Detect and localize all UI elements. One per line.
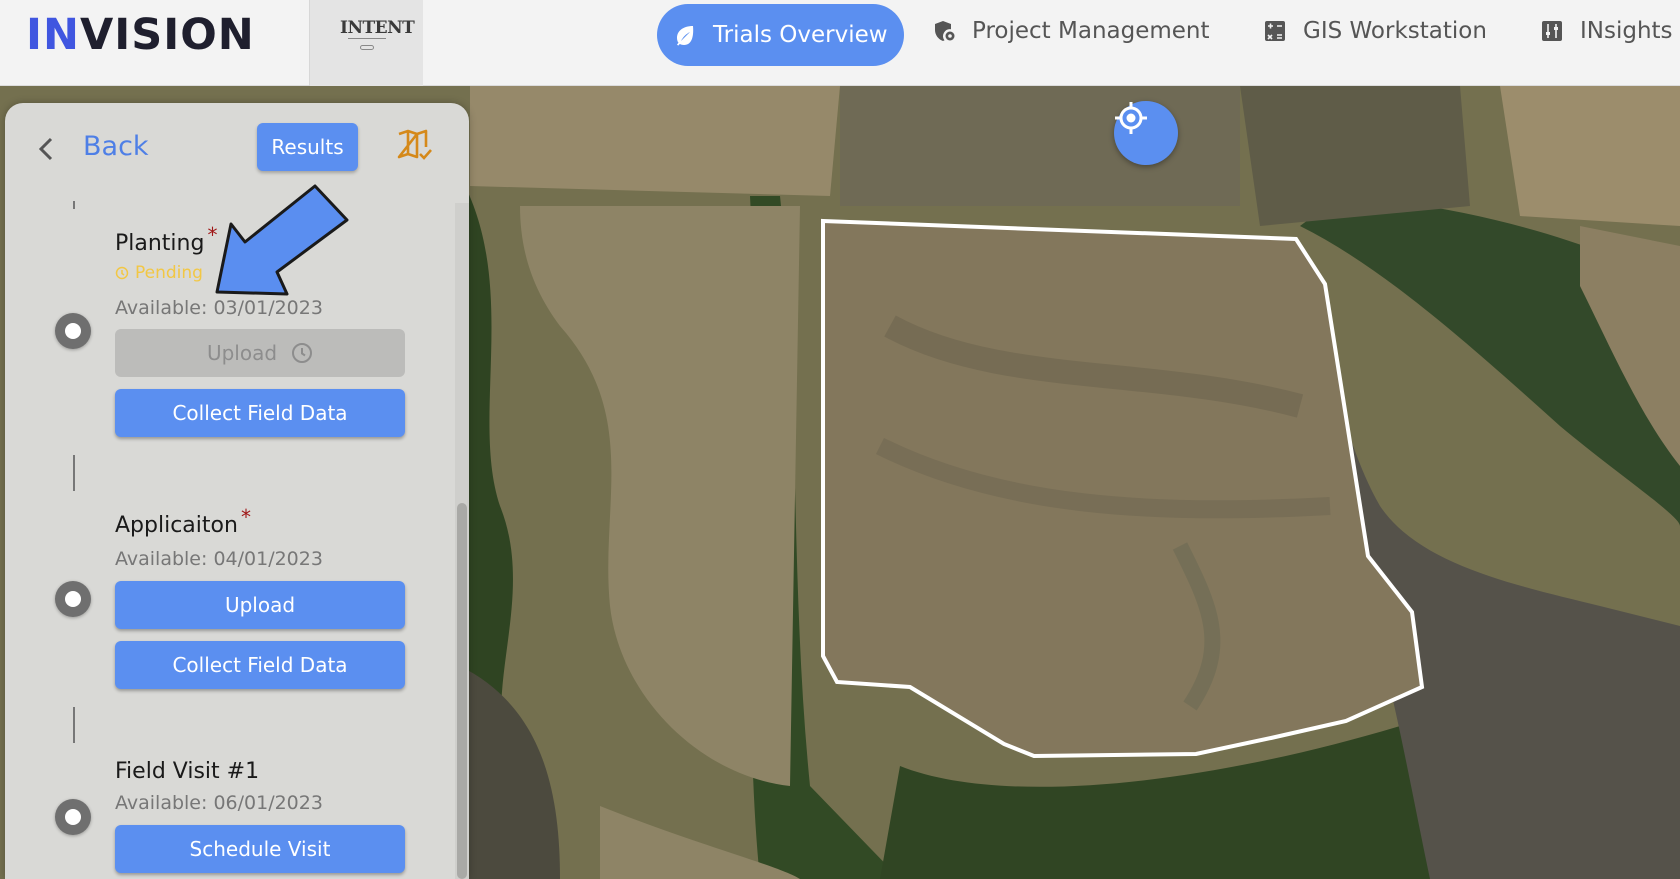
back-link[interactable]: Back bbox=[83, 131, 149, 162]
locate-button[interactable] bbox=[1114, 101, 1178, 165]
collect-field-data-button[interactable]: Collect Field Data bbox=[115, 389, 405, 437]
step-available-date: Available: 04/01/2023 bbox=[115, 548, 323, 570]
timeline-node bbox=[55, 313, 91, 349]
tab-trials-overview[interactable]: Trials Overview bbox=[657, 4, 904, 66]
upload-button-disabled[interactable]: Upload bbox=[115, 329, 405, 377]
tab-label: GIS Workstation bbox=[1303, 18, 1487, 44]
timeline-connector bbox=[73, 455, 75, 491]
top-bar: INVISION INTENT Trials Overview Project … bbox=[0, 0, 1680, 86]
step-title-planting: Planting * bbox=[115, 223, 218, 256]
sliders-icon bbox=[1542, 21, 1562, 41]
step-available-date: Available: 03/01/2023 bbox=[115, 297, 323, 319]
trial-steps-panel: Back Results Planting * Pending Available… bbox=[5, 103, 469, 879]
map-check-icon[interactable] bbox=[397, 129, 433, 163]
step-available-date: Available: 06/01/2023 bbox=[115, 792, 323, 814]
tab-insights[interactable]: INsights bbox=[1540, 18, 1673, 44]
callout-arrow-icon bbox=[215, 184, 349, 296]
tab-label: Project Management bbox=[972, 18, 1210, 44]
shield-gear-icon bbox=[935, 21, 955, 41]
tab-gis-workstation[interactable]: GIS Workstation bbox=[1263, 18, 1487, 44]
required-asterisk: * bbox=[240, 505, 251, 529]
intent-tagline-line bbox=[348, 38, 386, 44]
calculator-icon bbox=[1265, 21, 1285, 41]
status-pending: Pending bbox=[115, 263, 203, 283]
clock-icon bbox=[115, 266, 129, 280]
timeline-node bbox=[55, 581, 91, 617]
upload-button[interactable]: Upload bbox=[115, 581, 405, 629]
chevron-left-icon[interactable] bbox=[35, 136, 57, 162]
leaf-icon bbox=[677, 26, 694, 46]
panel-scrollbar-thumb[interactable] bbox=[457, 503, 467, 879]
results-button[interactable]: Results bbox=[257, 123, 358, 171]
intent-badge bbox=[360, 45, 374, 50]
step-title-application: Applicaiton * bbox=[115, 505, 251, 538]
intent-wordmark: INTENT bbox=[340, 18, 415, 38]
timeline-node bbox=[55, 799, 91, 835]
clock-icon bbox=[292, 343, 313, 363]
schedule-visit-button[interactable]: Schedule Visit bbox=[115, 825, 405, 873]
invision-logo[interactable]: INVISION bbox=[26, 10, 255, 60]
tab-label: Trials Overview bbox=[713, 22, 888, 48]
tab-label: INsights bbox=[1580, 18, 1673, 44]
crosshair-icon bbox=[1115, 102, 1147, 134]
intent-brand-logo[interactable]: INTENT bbox=[309, 0, 423, 86]
tab-project-management[interactable]: Project Management bbox=[932, 18, 1210, 44]
timeline-connector bbox=[73, 707, 75, 743]
timeline-connector bbox=[73, 201, 75, 209]
collect-field-data-button[interactable]: Collect Field Data bbox=[115, 641, 405, 689]
step-title-field-visit: Field Visit #1 bbox=[115, 759, 260, 784]
